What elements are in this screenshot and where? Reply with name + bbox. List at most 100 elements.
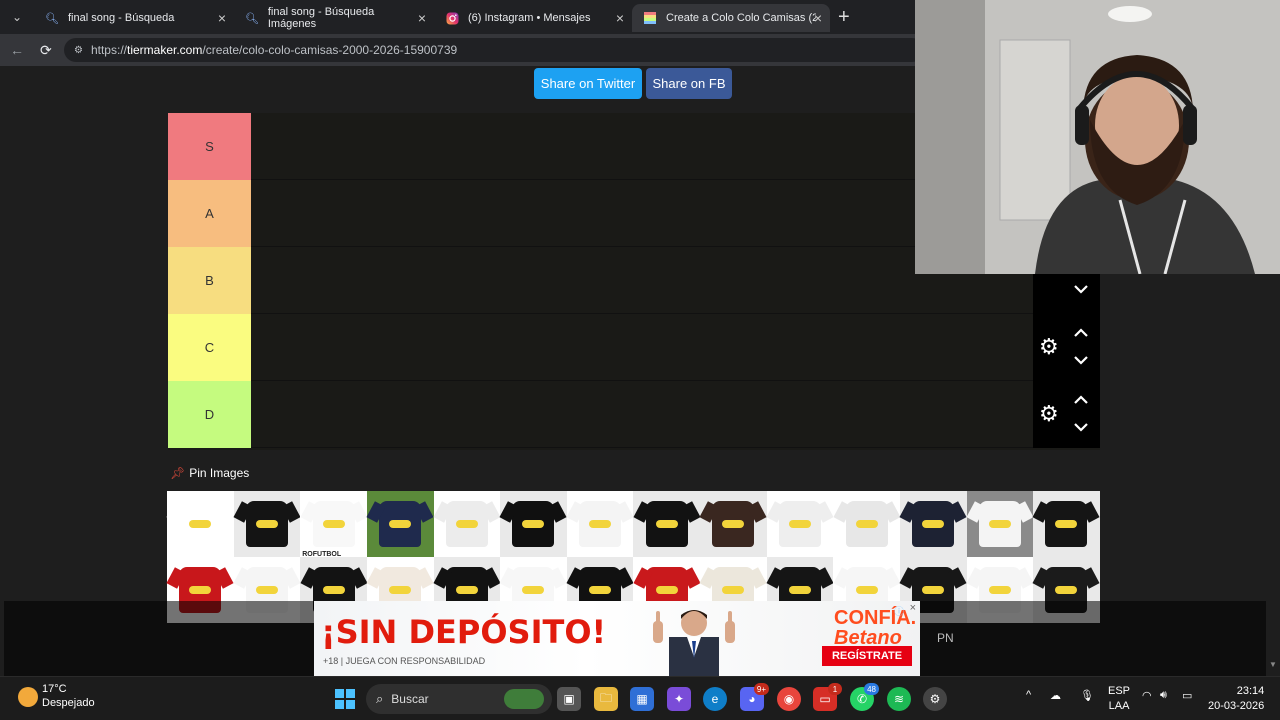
onedrive-icon[interactable]: ☁ [1050, 689, 1061, 702]
tab-instagram[interactable]: (6) Instagram • Mensajes × [434, 4, 632, 32]
tier-row-c[interactable]: C ⚙ [168, 314, 1100, 381]
ad-headline: ¡SIN DEPÓSITO! [321, 613, 607, 651]
share-fb-button[interactable]: Share on FB [646, 68, 732, 99]
jersey-thumbnail[interactable] [433, 491, 501, 557]
ad-register-button[interactable]: REGÍSTRATE [822, 646, 912, 666]
sponsor-logo [722, 586, 745, 594]
tier-label-a[interactable]: A [168, 180, 251, 247]
weather-widget[interactable]: 17°C Despejado [18, 683, 95, 709]
task-view-icon[interactable]: ▣ [557, 687, 581, 711]
file-explorer-icon[interactable]: 🗀 [594, 687, 618, 711]
tab-final-song-search[interactable]: 🔍︎ final song - Búsqueda × [34, 4, 234, 32]
app-icon[interactable]: ⚙ [923, 687, 947, 711]
clock[interactable]: 23:14 20-03-2026 [1208, 685, 1264, 712]
url-prefix: https:// [90, 43, 127, 57]
jersey-thumbnail[interactable] [500, 491, 567, 557]
jersey-thumbnail[interactable] [966, 491, 1034, 557]
spotify-icon[interactable]: ≋ [887, 687, 911, 711]
site-info-icon[interactable]: ⚙︎ [74, 45, 83, 56]
chrome-icon[interactable]: ◉ [777, 687, 801, 711]
sponsor-logo [855, 520, 878, 528]
sponsor-logo [522, 520, 545, 528]
microsoft-store-icon[interactable]: ▦ [630, 687, 654, 711]
tab-title: (6) Instagram • Mensajes [468, 12, 591, 24]
sponsor-logo [988, 520, 1011, 528]
ad-close-icon[interactable]: × [910, 602, 916, 614]
jersey-thumbnail[interactable] [1033, 491, 1100, 557]
tab-final-song-images[interactable]: 🔍︎ final song - Búsqueda Imágenes × [234, 4, 434, 32]
discord-icon[interactable]: ◕ 9+ [740, 683, 769, 711]
jersey-thumbnail[interactable] [833, 491, 900, 557]
windows-start-icon[interactable] [333, 687, 357, 711]
weather-icon [18, 687, 38, 707]
jersey-image [1045, 501, 1088, 547]
sponsor-logo [1055, 586, 1078, 594]
sponsor-logo [255, 586, 278, 594]
sponsor-logo [389, 520, 412, 528]
jersey-thumbnail[interactable] [633, 491, 700, 557]
tier-label-b[interactable]: B [168, 247, 251, 314]
tier-label-c[interactable]: C [168, 314, 251, 381]
tray-overflow-icon[interactable]: ^ [1026, 689, 1031, 701]
jersey-image [312, 501, 355, 547]
tab-tiermaker[interactable]: Create a Colo Colo Camisas (2000- × [632, 4, 830, 32]
webcam-person-image [915, 0, 1280, 274]
tab-list-button[interactable]: ⌄ [6, 7, 28, 27]
microphone-icon[interactable]: 🎙︎ [1080, 689, 1094, 702]
jersey-thumbnail[interactable] [167, 491, 234, 557]
betano-ad-banner[interactable]: ¡SIN DEPÓSITO! +18 | JUEGA CON RESPONSAB… [314, 601, 920, 676]
volume-icon[interactable]: 🔊︎ [1160, 689, 1167, 702]
wifi-icon[interactable]: ◠ [1142, 689, 1152, 702]
close-icon[interactable]: × [418, 10, 426, 26]
new-tab-button[interactable]: + [838, 6, 850, 29]
tier-label-d[interactable]: D [168, 381, 251, 448]
chevron-up-icon[interactable] [1073, 327, 1089, 341]
ad-info-icon[interactable]: ⓘ [894, 603, 904, 618]
jersey-image [778, 501, 821, 547]
gear-icon[interactable]: ⚙ [1039, 403, 1061, 425]
temperature: 17°C [42, 683, 67, 695]
chevron-down-icon[interactable] [1073, 421, 1089, 435]
jersey-image [179, 501, 222, 547]
close-icon[interactable]: × [814, 10, 822, 26]
address-bar[interactable]: ⚙︎ https://tiermaker.com/create/colo-col… [64, 38, 924, 62]
share-twitter-button[interactable]: Share on Twitter [534, 68, 642, 99]
tier-label-s[interactable]: S [168, 113, 251, 180]
reload-icon[interactable]: ⟳ [40, 42, 52, 59]
jersey-thumbnail[interactable] [766, 491, 834, 557]
pin-images-toggle[interactable]: 📌︎ Pin Images [170, 466, 249, 480]
chevron-up-icon[interactable] [1073, 394, 1089, 408]
partial-text: PN [937, 631, 954, 645]
search-highlight-icon [504, 689, 544, 709]
chevron-down-icon[interactable] [1073, 283, 1089, 297]
opera-gx-icon[interactable]: ▭ 1 [813, 683, 842, 711]
close-icon[interactable]: × [616, 10, 624, 26]
chevron-down-icon[interactable] [1073, 354, 1089, 368]
close-icon[interactable]: × [218, 10, 226, 26]
sponsor-logo [922, 586, 945, 594]
jersey-thumbnail[interactable] [899, 491, 967, 557]
search-icon: ⌕ [376, 691, 384, 706]
language-indicator[interactable]: ESP LAA [1108, 685, 1130, 712]
sponsor-logo [522, 586, 545, 594]
sponsor-logo [655, 586, 678, 594]
jersey-thumbnail[interactable] [233, 491, 301, 557]
tier-row-d[interactable]: D ⚙ [168, 381, 1100, 448]
discord-badge: 9+ [753, 683, 769, 695]
edge-icon[interactable]: e [703, 687, 727, 711]
jersey-image [978, 501, 1021, 547]
gear-icon[interactable]: ⚙ [1039, 336, 1061, 358]
taskbar-search[interactable]: ⌕ Buscar [366, 684, 552, 714]
battery-icon[interactable]: ▭ [1182, 689, 1192, 702]
scroll-down-icon[interactable]: ▼ [1269, 660, 1277, 669]
jersey-thumbnail[interactable] [700, 491, 767, 557]
jersey-thumbnail[interactable] [366, 491, 434, 557]
back-arrow-icon[interactable]: ← [10, 42, 24, 58]
jersey-thumbnail[interactable] [566, 491, 634, 557]
copilot-icon[interactable]: ✦ [667, 687, 691, 711]
jersey-image [645, 501, 688, 547]
search-icon: 🔍︎ [45, 12, 59, 25]
tab-title: Create a Colo Colo Camisas (2000- [666, 12, 816, 24]
whatsapp-icon[interactable]: ✆ 48 [850, 683, 879, 711]
jersey-thumbnail[interactable] [300, 491, 367, 557]
